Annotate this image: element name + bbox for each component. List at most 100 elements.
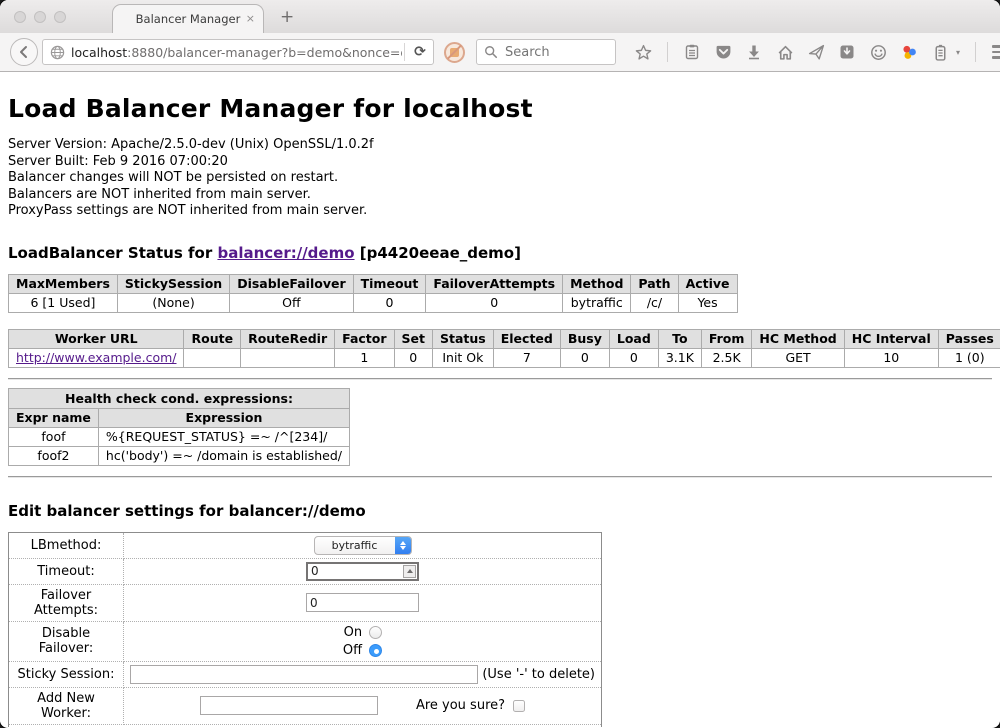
screenshot-download-icon[interactable] [838,43,856,61]
close-window-button[interactable] [14,11,26,23]
column-header: Set [394,329,432,348]
tab-balancer-manager[interactable]: Balancer Manager × [112,4,264,33]
column-header: Busy [560,329,609,348]
select-stepper-icon [395,536,411,555]
worker-status-table: Worker URLRouteRouteRedirFactorSetStatus… [8,329,1000,368]
loadbalancer-status-heading: LoadBalancer Status for balancer://demo … [8,244,992,262]
table-cell: %{REQUEST_STATUS} =~ /^[234]/ [98,427,349,446]
search-icon [484,45,498,59]
health-check-table: Health check cond. expressions: Expr nam… [8,388,350,466]
status-heading-prefix: LoadBalancer Status for [8,244,217,262]
send-icon[interactable] [807,43,825,61]
toolbar-divider [975,42,976,62]
radio-off-label: Off [343,643,362,658]
balancer-demo-link[interactable]: balancer://demo [217,244,354,262]
table-cell: foof [9,427,99,446]
table-row: 6 [1 Used](None)Off00bytraffic/c/Yes [9,293,738,312]
submit-row: Submit [9,724,602,727]
minimize-window-button[interactable] [34,11,46,23]
column-header: MaxMembers [9,274,118,293]
server-info: Server Version: Apache/2.5.0-dev (Unix) … [8,137,992,220]
bookmark-star-icon[interactable] [634,43,652,61]
lbmethod-row: LBmethod: bytraffic [9,532,602,558]
column-header: From [701,329,752,348]
table-cell: 1 (0) [938,348,1000,367]
overflow-caret-icon[interactable]: ▾ [956,48,960,57]
table-cell: 2.5K [701,348,752,367]
search-input[interactable] [503,44,593,61]
urlbar-divider [404,43,405,61]
table-cell: Yes [678,293,737,312]
table-cell: (None) [117,293,229,312]
pocket-icon[interactable] [714,43,732,61]
zoom-window-button[interactable] [54,11,66,23]
url-input[interactable]: localhost:8880/balancer-manager?b=demo&n… [71,45,402,60]
status-heading-suffix: [p4420eeae_demo] [355,244,521,262]
battery-icon[interactable] [931,43,949,61]
home-icon[interactable] [776,43,794,61]
table-cell: 0 [560,348,609,367]
worker-url-link[interactable]: http://www.example.com/ [16,350,176,365]
page-content: Load Balancer Manager for localhost Serv… [0,72,1000,727]
download-icon[interactable] [745,43,763,61]
column-header: FailoverAttempts [426,274,563,293]
persist-notice-line: Balancer changes will NOT be persisted o… [8,170,992,187]
sticky-session-input[interactable] [130,665,478,684]
window-controls [14,11,66,23]
health-table-title: Health check cond. expressions: [9,388,350,408]
search-bar[interactable] [476,39,616,65]
column-header: Worker URL [9,329,184,348]
table-cell: 0 [394,348,432,367]
sticky-session-hint: (Use '-' to delete) [482,667,595,682]
table-cell [241,348,335,367]
column-header: HC Method [752,329,844,348]
table-row: foof%{REQUEST_STATUS} =~ /^[234]/ [9,427,350,446]
server-built-line: Server Built: Feb 9 2016 07:00:20 [8,154,992,171]
table-cell: 3.1K [658,348,701,367]
page-title: Load Balancer Manager for localhost [8,94,992,123]
column-header: To [658,329,701,348]
tab-bar: Balancer Manager × + [0,0,1000,33]
disable-failover-on-radio[interactable] [369,626,382,639]
column-header: HC Interval [844,329,938,348]
back-button[interactable] [10,38,38,66]
number-spinner-icon[interactable] [403,565,416,578]
extension-dots-icon[interactable] [900,43,918,61]
are-you-sure-label: Are you sure? [416,698,505,713]
disable-failover-off-radio[interactable] [369,644,382,657]
tab-close-icon[interactable]: × [246,12,255,26]
reload-button[interactable]: ⟳ [407,44,433,60]
feedback-smiley-icon[interactable] [869,43,887,61]
column-header: Load [609,329,658,348]
divider [8,378,992,380]
add-worker-input[interactable] [200,696,378,715]
menu-button[interactable] [991,43,1000,61]
url-bar[interactable]: localhost:8880/balancer-manager?b=demo&n… [42,39,434,65]
table-cell: 0 [609,348,658,367]
sticky-session-label: Sticky Session: [9,661,124,687]
globe-icon [50,45,65,60]
failover-attempts-input[interactable] [306,593,419,612]
lbmethod-select[interactable]: bytraffic [314,536,412,555]
column-header: Expr name [9,408,99,427]
table-row: foof2hc('body') =~ /domain is establishe… [9,446,350,465]
sticky-session-row: Sticky Session: (Use '-' to delete) [9,661,602,687]
column-header: RouteRedir [241,329,335,348]
table-cell: Off [230,293,353,312]
column-header: Status [433,329,494,348]
new-tab-button[interactable]: + [280,8,294,26]
adblock-icon[interactable] [444,42,465,63]
proxypass-notice-line: ProxyPass settings are NOT inherited fro… [8,203,992,220]
toolbar-icons: ▾ [634,42,1000,62]
radio-on-label: On [343,625,362,640]
column-header: Timeout [353,274,426,293]
are-you-sure-checkbox[interactable] [513,700,525,712]
inherit-notice-line: Balancers are NOT inherited from main se… [8,187,992,204]
edit-balancer-form: LBmethod: bytraffic Timeout: [8,532,602,728]
reading-list-icon[interactable] [683,43,701,61]
column-header: DisableFailover [230,274,353,293]
lbmethod-selected-value: bytraffic [315,539,395,552]
lbmethod-label: LBmethod: [9,532,124,558]
timeout-label: Timeout: [9,558,124,584]
add-worker-label: Add New Worker: [9,687,124,724]
